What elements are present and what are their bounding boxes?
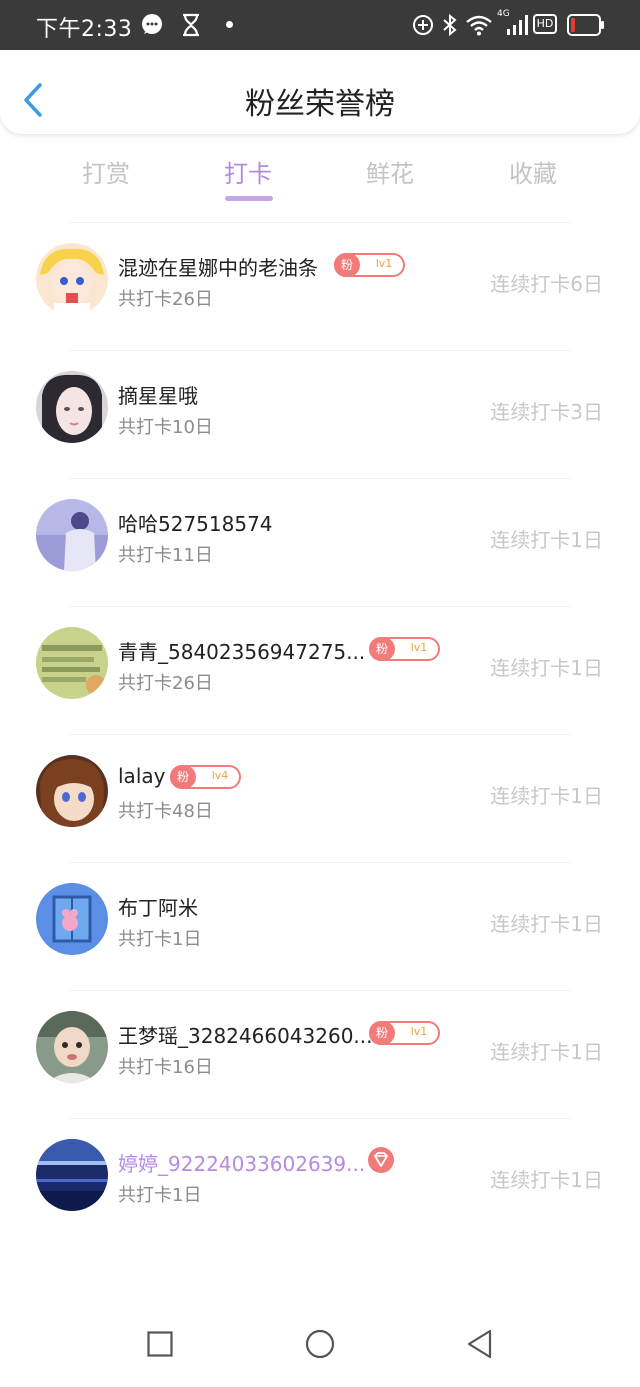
avatar[interactable] — [36, 1011, 108, 1083]
avatar[interactable] — [36, 499, 108, 571]
total-checkins: 共打卡1日 — [118, 1185, 202, 1206]
level-label: lv1 — [410, 1025, 428, 1038]
notification-dot-icon — [226, 21, 233, 28]
avatar[interactable] — [36, 883, 108, 955]
total-checkins: 共打卡26日 — [118, 289, 213, 310]
tab-tip[interactable]: 打赏 — [46, 154, 166, 189]
user-name: 哈哈527518574 — [118, 512, 273, 536]
tab-favorites[interactable]: 收藏 — [473, 154, 593, 189]
list-item[interactable]: 婷婷_92224033602639... 共打卡1日 连续打卡1日 — [0, 1119, 640, 1247]
active-tab-indicator — [225, 196, 273, 201]
tab-label: 打卡 — [224, 160, 272, 188]
total-checkins: 共打卡11日 — [118, 545, 213, 566]
battery-icon — [567, 13, 605, 41]
tab-label: 打赏 — [82, 160, 130, 188]
total-checkins: 共打卡1日 — [118, 929, 202, 950]
fan-label: 粉 — [369, 637, 395, 661]
avatar[interactable] — [36, 755, 108, 827]
avatar[interactable] — [36, 627, 108, 699]
avatar[interactable] — [36, 243, 108, 315]
streak-text: 连续打卡3日 — [490, 400, 603, 424]
total-checkins: 共打卡48日 — [118, 801, 213, 822]
user-name: 混迹在星娜中的老油条 — [118, 256, 318, 280]
list-item[interactable]: 混迹在星娜中的老油条 粉 lv1 共打卡26日 连续打卡6日 — [0, 223, 640, 351]
bluetooth-icon — [441, 13, 459, 41]
list-item[interactable]: 摘星星哦 共打卡10日 连续打卡3日 — [0, 351, 640, 479]
home-icon[interactable] — [305, 1329, 335, 1363]
page-title: 粉丝荣誉榜 — [245, 87, 395, 122]
wifi-icon — [465, 13, 493, 41]
tab-checkin[interactable]: 打卡 — [188, 154, 308, 201]
streak-text: 连续打卡1日 — [490, 656, 603, 680]
tab-flowers[interactable]: 鲜花 — [330, 154, 450, 189]
fan-label: 粉 — [369, 1021, 395, 1045]
user-name: 摘星星哦 — [118, 384, 198, 408]
system-nav-bar — [0, 1300, 640, 1387]
total-checkins: 共打卡16日 — [118, 1057, 213, 1078]
streak-text: 连续打卡6日 — [490, 272, 603, 296]
recent-apps-icon[interactable] — [147, 1331, 173, 1361]
tab-label: 收藏 — [509, 160, 557, 188]
level-label: lv1 — [375, 257, 393, 270]
user-name: 王梦瑶_3282466043260... — [118, 1024, 373, 1048]
fan-level-badge: 粉 lv1 — [369, 637, 440, 661]
data-saver-icon — [412, 13, 434, 41]
streak-text: 连续打卡1日 — [490, 1040, 603, 1064]
user-name: lalay — [118, 764, 166, 788]
total-checkins: 共打卡10日 — [118, 417, 213, 438]
level-label: lv4 — [211, 769, 229, 782]
hd-voice-icon: HD — [533, 14, 557, 34]
list-item[interactable]: lalay 粉 lv4 共打卡48日 连续打卡1日 — [0, 735, 640, 863]
fan-level-badge: 粉 lv4 — [170, 765, 241, 789]
avatar[interactable] — [36, 371, 108, 443]
list-item[interactable]: 哈哈527518574 共打卡11日 连续打卡1日 — [0, 479, 640, 607]
fan-level-badge: 粉 lv1 — [369, 1021, 440, 1045]
streak-text: 连续打卡1日 — [490, 1168, 603, 1192]
fan-level-badge: 粉 lv1 — [334, 253, 405, 277]
user-name: 布丁阿米 — [118, 896, 198, 920]
signal-icon — [505, 13, 529, 41]
message-icon — [140, 13, 164, 41]
level-label: lv1 — [410, 641, 428, 654]
fan-label: 粉 — [170, 765, 196, 789]
tab-bar: 打赏 打卡 鲜花 收藏 — [0, 140, 640, 210]
back-nav-icon[interactable] — [466, 1329, 494, 1363]
header-bar: 粉丝荣誉榜 — [0, 50, 640, 134]
user-name: 婷婷_92224033602639... — [118, 1152, 366, 1176]
list-item[interactable]: 青青_58402356947275... 粉 lv1 共打卡26日 连续打卡1日 — [0, 607, 640, 735]
total-checkins: 共打卡26日 — [118, 673, 213, 694]
streak-text: 连续打卡1日 — [490, 912, 603, 936]
hourglass-icon — [180, 13, 202, 41]
diamond-vip-icon — [368, 1147, 394, 1173]
streak-text: 连续打卡1日 — [490, 528, 603, 552]
tab-label: 鲜花 — [366, 160, 414, 188]
streak-text: 连续打卡1日 — [490, 784, 603, 808]
status-time: 下午2:33 — [36, 17, 133, 42]
fan-label: 粉 — [334, 253, 360, 277]
user-name: 青青_58402356947275... — [118, 640, 366, 664]
avatar[interactable] — [36, 1139, 108, 1211]
status-bar: 下午2:33 4G HD — [0, 0, 640, 50]
list-item[interactable]: 王梦瑶_3282466043260... 粉 lv1 共打卡16日 连续打卡1日 — [0, 991, 640, 1119]
list-item[interactable]: 布丁阿米 共打卡1日 连续打卡1日 — [0, 863, 640, 991]
